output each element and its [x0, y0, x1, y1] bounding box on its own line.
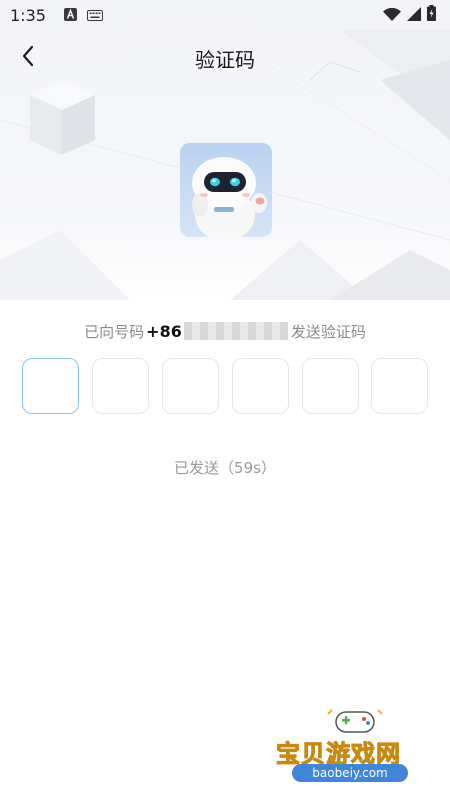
code-box[interactable]: [371, 358, 428, 414]
wifi-icon: [383, 6, 401, 25]
sent-to-hint: 已向号码 +86 发送验证码: [0, 320, 450, 342]
code-box[interactable]: [22, 358, 79, 414]
page-title: 验证码: [195, 48, 255, 72]
robot-mascot-icon: [180, 143, 272, 237]
a-badge-icon: [63, 6, 77, 25]
status-time: 1:35: [10, 5, 46, 25]
battery-icon: [427, 5, 436, 25]
watermark-url: baobeiy.com: [292, 764, 408, 782]
code-box[interactable]: [162, 358, 219, 414]
hint-suffix: 发送验证码: [290, 322, 366, 341]
status-bar: 1:35: [0, 0, 450, 30]
phone-number-mask: [183, 322, 288, 340]
signal-icon: [407, 6, 421, 25]
avatar: [180, 143, 272, 237]
keyboard-icon: [86, 6, 103, 25]
code-box[interactable]: [92, 358, 149, 414]
site-watermark: 宝贝游戏网 baobeiy.com: [270, 700, 440, 795]
code-box[interactable]: [302, 358, 359, 414]
hint-prefix: 已向号码: [84, 322, 145, 341]
verification-code-screen: 1:35 验证码 已向号码 +86 发送验证码 已发送（59s） 宝贝游戏网 b…: [0, 0, 450, 800]
nav-bar: 验证码: [0, 34, 450, 78]
code-box[interactable]: [232, 358, 289, 414]
code-input: [22, 358, 430, 416]
resend-countdown: 已发送（59s）: [174, 459, 276, 477]
country-code: +86: [146, 321, 182, 341]
